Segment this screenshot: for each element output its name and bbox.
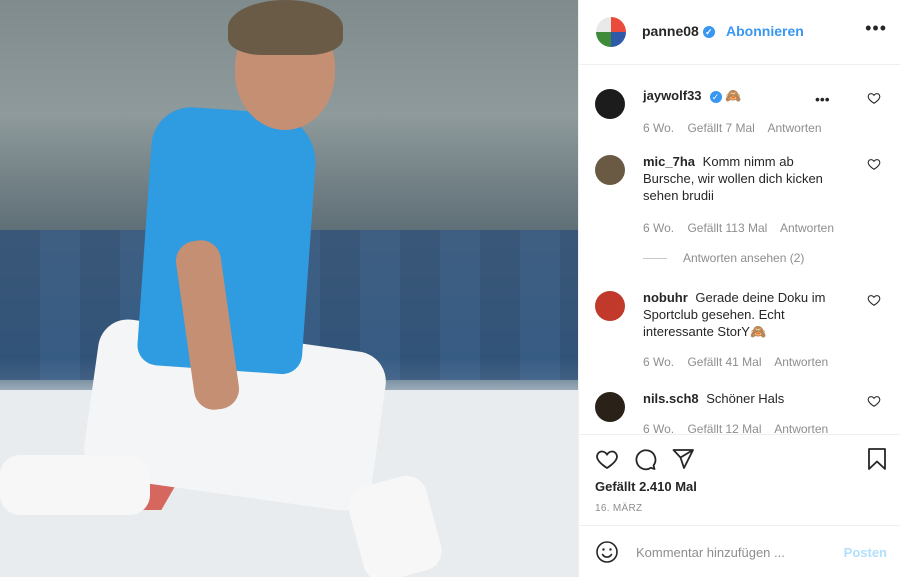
author-username-text[interactable]: panne08 [642,23,699,39]
add-comment-bar: Posten [579,525,900,578]
comment-body: nils.sch8 Schöner Hals [643,390,838,407]
likes-count[interactable]: Gefällt 2.410 Mal [595,479,697,494]
like-heart-icon[interactable] [595,447,619,471]
comment-text: 🙈 [725,88,742,103]
reply-button[interactable]: Antworten [774,355,828,369]
instagram-post-modal: panne08 ✓ Abonnieren ••• jaywolf33 ✓ 🙈 •••… [0,0,900,577]
comment-age: 6 Wo. [643,121,675,135]
comment-meta: 6 Wo. Gefällt 41 Mal Antworten [643,355,838,369]
more-options-icon[interactable]: ••• [865,18,887,39]
comment-bubble-icon[interactable] [633,447,657,471]
comment-body: mic_7ha Komm nimm ab Bursche, wir wollen… [643,153,838,204]
player-hair [228,0,343,55]
comment-username[interactable]: nobuhr [643,290,688,305]
comment-username[interactable]: jaywolf33 [643,88,702,103]
post-comment-button[interactable]: Posten [844,545,887,560]
commenter-avatar[interactable] [595,291,625,321]
view-replies-label[interactable]: Antworten ansehen (2) [683,251,804,265]
like-comment-heart-icon[interactable] [867,394,881,408]
post-header: panne08 ✓ Abonnieren ••• [579,0,900,65]
comment-likes[interactable]: Gefällt 113 Mal [687,221,767,235]
comment-meta: 6 Wo. Gefällt 7 Mal Antworten [643,121,832,135]
comments-list[interactable]: jaywolf33 ✓ 🙈 ••• 6 Wo. Gefällt 7 Mal Ant… [579,65,900,433]
follow-button[interactable]: Abonnieren [726,23,804,39]
comment-more-icon[interactable]: ••• [815,91,830,107]
post-side-panel: panne08 ✓ Abonnieren ••• jaywolf33 ✓ 🙈 •••… [578,0,900,577]
comment-text: Schöner Hals [706,391,785,406]
comment-body: jaywolf33 ✓ 🙈 [643,87,838,104]
comment-likes[interactable]: Gefällt 7 Mal [687,121,754,135]
comment-username[interactable]: mic_7ha [643,154,695,169]
verified-badge-icon: ✓ [702,26,715,39]
comment-age: 6 Wo. [643,355,675,369]
view-replies-button[interactable]: Antworten ansehen (2) [643,251,804,265]
share-send-icon[interactable] [671,447,695,471]
action-icons [595,447,695,471]
player-leg-left [0,455,150,515]
comment-body: nobuhr Gerade deine Doku im Sportclub ge… [643,289,838,340]
comment-age: 6 Wo. [643,422,675,433]
reply-button[interactable]: Antworten [780,221,834,235]
reply-button[interactable]: Antworten [774,422,828,433]
comment-input[interactable] [634,544,838,561]
post-actions: Gefällt 2.410 Mal 16. MÄRZ [579,434,900,525]
author-username[interactable]: panne08 ✓ [642,23,715,39]
post-date[interactable]: 16. MÄRZ [595,503,642,514]
verified-badge-icon: ✓ [709,90,722,103]
like-comment-heart-icon[interactable] [867,293,881,307]
comment-meta: 6 Wo. Gefällt 113 Mal Antworten [643,221,844,235]
comment-username[interactable]: nils.sch8 [643,391,699,406]
author-avatar[interactable] [596,17,626,47]
comment-likes[interactable]: Gefällt 41 Mal [687,355,761,369]
comment-likes[interactable]: Gefällt 12 Mal [687,422,761,433]
emoji-smile-icon[interactable] [595,540,619,564]
like-comment-heart-icon[interactable] [867,157,881,171]
post-photo[interactable] [0,0,578,577]
commenter-avatar[interactable] [595,392,625,422]
like-comment-heart-icon[interactable] [867,91,881,105]
commenter-avatar[interactable] [595,155,625,185]
comment-age: 6 Wo. [643,221,675,235]
reply-button[interactable]: Antworten [768,121,822,135]
save-bookmark-icon[interactable] [865,447,889,471]
replies-divider-line [643,258,667,260]
commenter-avatar[interactable] [595,89,625,119]
comment-meta: 6 Wo. Gefällt 12 Mal Antworten [643,422,838,433]
